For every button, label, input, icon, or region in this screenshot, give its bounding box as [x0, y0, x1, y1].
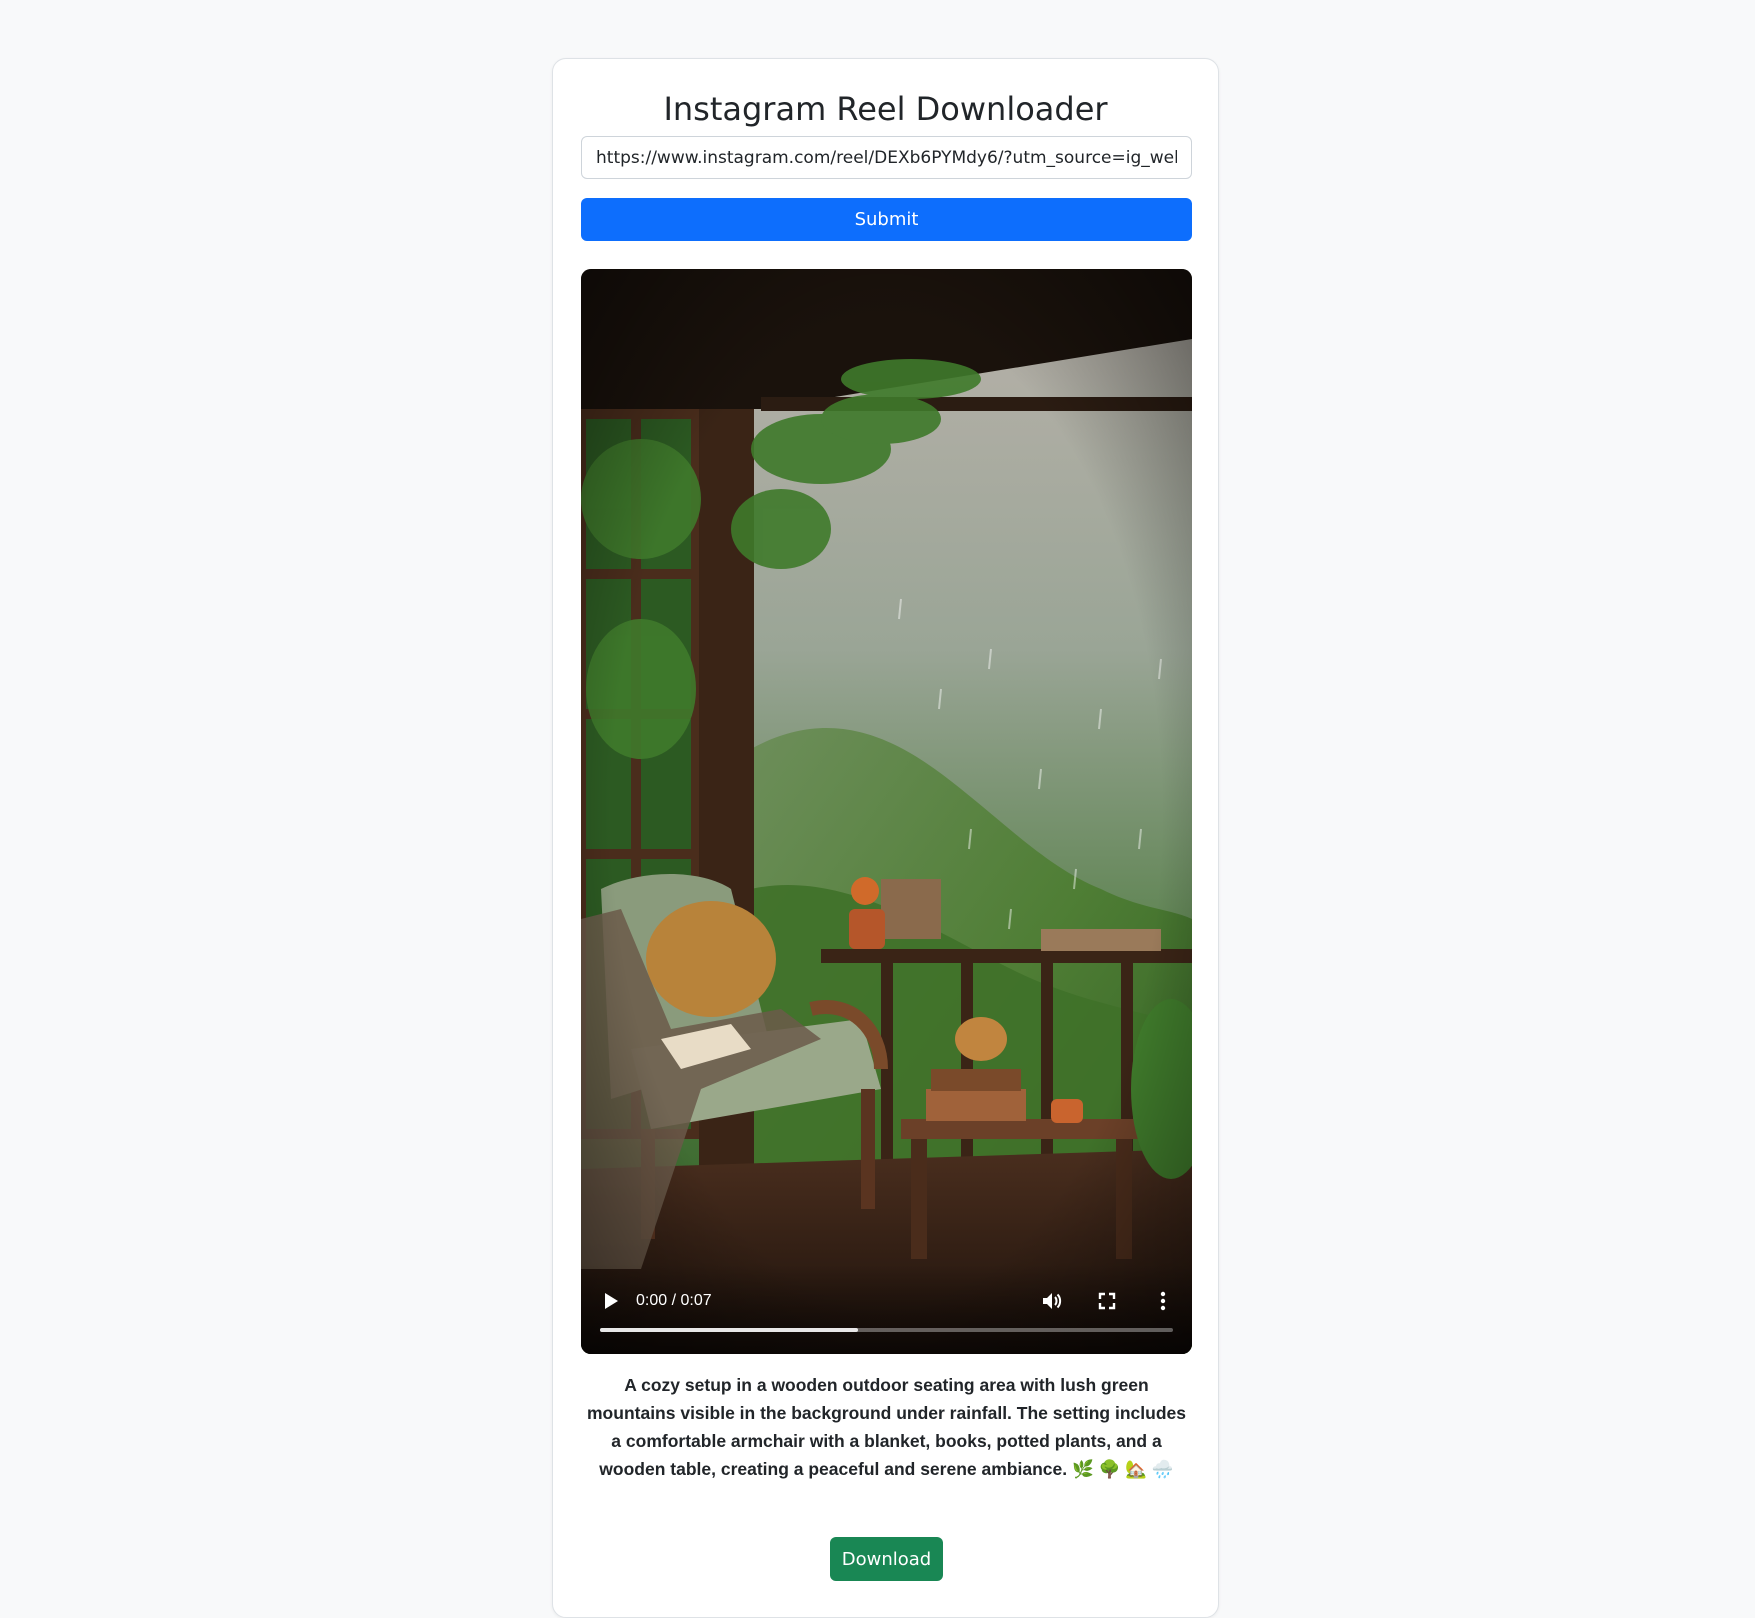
volume-icon[interactable]: [1040, 1289, 1064, 1313]
reel-caption: A cozy setup in a wooden outdoor seating…: [587, 1375, 1186, 1479]
page-title: Instagram Reel Downloader: [663, 90, 1108, 128]
video-controls: 0:00 / 0:07: [581, 1264, 1192, 1354]
downloader-card: Instagram Reel Downloader Submit: [552, 58, 1219, 1618]
more-vertical-icon[interactable]: [1152, 1290, 1174, 1312]
video-progress-bar[interactable]: [600, 1328, 1173, 1332]
video-time: 0:00 / 0:07: [636, 1292, 712, 1309]
reel-url-input[interactable]: [581, 136, 1192, 179]
submit-button[interactable]: Submit: [581, 198, 1192, 241]
fullscreen-icon[interactable]: [1096, 1290, 1118, 1312]
video-frame-image: [581, 269, 1192, 1354]
download-button[interactable]: Download: [830, 1537, 943, 1581]
video-progress-fill: [600, 1328, 858, 1332]
play-icon[interactable]: [599, 1290, 621, 1312]
video-player[interactable]: 0:00 / 0:07: [581, 269, 1192, 1354]
